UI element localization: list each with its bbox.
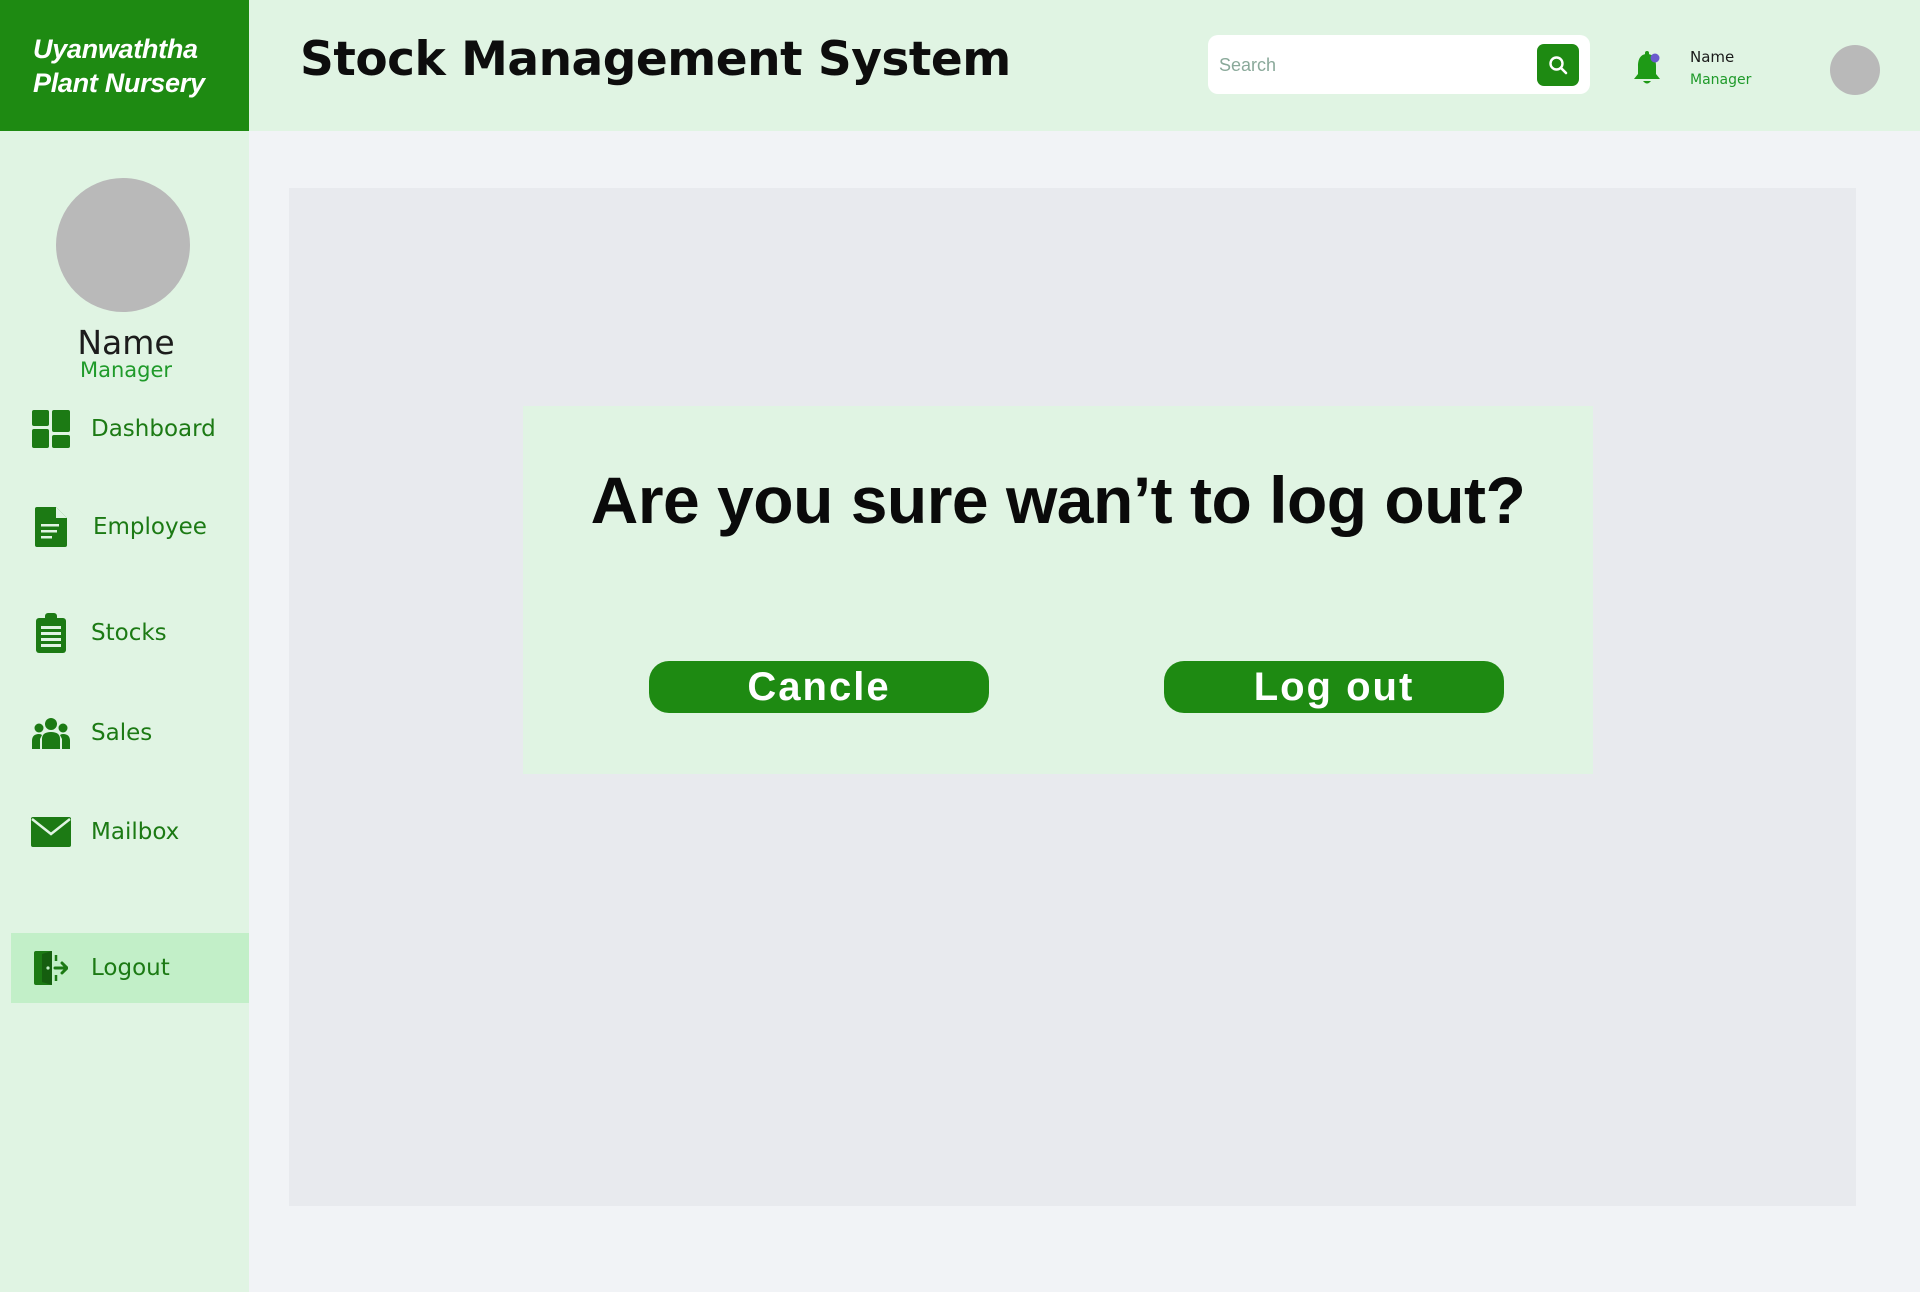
sidebar-item-employee[interactable]: Employee [11, 492, 249, 562]
header-user-name: Name [1690, 48, 1735, 66]
brand-logo: Uyanwaththa Plant Nursery [0, 0, 249, 131]
sidebar-item-label: Employee [93, 514, 207, 540]
page-title: Stock Management System [300, 32, 1011, 87]
sidebar-item-label: Sales [91, 720, 153, 746]
clipboard-icon [31, 613, 71, 653]
header-user-role: Manager [1690, 72, 1752, 88]
sidebar-item-mailbox[interactable]: Mailbox [11, 797, 249, 867]
mail-icon [31, 812, 71, 852]
profile-avatar [56, 178, 190, 312]
dashboard-icon [31, 409, 71, 449]
dialog-message: Are you sure wan’t to log out? [590, 463, 1526, 537]
sidebar-item-dashboard[interactable]: Dashboard [11, 394, 249, 464]
sidebar-item-stocks[interactable]: Stocks [11, 598, 249, 668]
search-button[interactable] [1537, 44, 1579, 86]
sidebar: Name Manager Dashboard Employee Stocks S… [0, 131, 249, 1292]
header-avatar[interactable] [1830, 45, 1880, 95]
sidebar-item-sales[interactable]: Sales [11, 698, 249, 768]
notification-dot [1650, 53, 1660, 63]
confirm-logout-button[interactable]: Log out [1164, 661, 1504, 713]
top-header: Stock Management System Name Manager [249, 0, 1920, 131]
sidebar-item-label: Logout [91, 955, 170, 981]
logout-confirm-dialog: Are you sure wan’t to log out? Cancle Lo… [523, 406, 1593, 774]
profile-role: Manager [79, 358, 173, 382]
search-icon [1549, 56, 1568, 75]
logout-icon [31, 948, 71, 988]
notifications-button[interactable] [1631, 50, 1663, 88]
people-icon [31, 713, 71, 753]
profile-name: Name [77, 323, 175, 362]
brand-name-line2: Plant Nursery [33, 67, 205, 98]
search-bar [1208, 35, 1590, 94]
bell-icon [1634, 51, 1660, 84]
sidebar-item-label: Stocks [91, 620, 167, 646]
search-input[interactable] [1219, 45, 1519, 85]
brand-name-line1: Uyanwaththa [33, 33, 198, 64]
document-icon [31, 507, 71, 547]
sidebar-item-label: Dashboard [91, 416, 216, 442]
sidebar-item-label: Mailbox [91, 819, 180, 845]
sidebar-item-logout[interactable]: Logout [11, 933, 249, 1003]
cancel-button[interactable]: Cancle [649, 661, 989, 713]
